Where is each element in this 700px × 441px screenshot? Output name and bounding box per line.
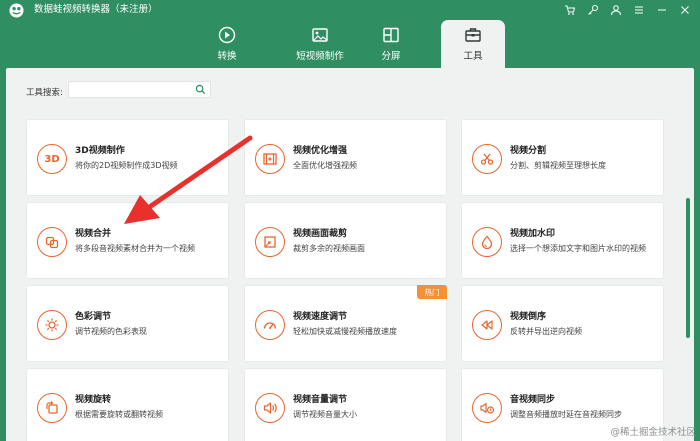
tool-title: 视频加水印 bbox=[510, 229, 556, 239]
speedometer-icon bbox=[255, 310, 285, 340]
scrollbar[interactable] bbox=[686, 198, 690, 338]
tab-convert[interactable]: 转换 bbox=[196, 20, 258, 68]
tool-title: 视频优化增强 bbox=[293, 146, 348, 156]
rewind-icon bbox=[472, 310, 502, 340]
tool-card-volume[interactable]: 视频音量调节 调节视频音量大小 bbox=[244, 368, 447, 441]
main-nav: 转换 短视频制作 分屏 工具 bbox=[0, 20, 700, 68]
tool-card-split[interactable]: 视频分割 分割、剪辑视频至理想长度 bbox=[461, 119, 664, 196]
close-button[interactable] bbox=[676, 2, 694, 18]
minimize-icon bbox=[658, 9, 666, 11]
rotate-icon bbox=[37, 393, 67, 423]
toolbox-icon bbox=[465, 28, 481, 42]
tool-title: 视频速度调节 bbox=[293, 312, 348, 322]
window-controls bbox=[561, 2, 694, 18]
user-button[interactable] bbox=[607, 2, 625, 18]
tool-desc: 调节视频的色彩表现 bbox=[75, 327, 147, 336]
menu-button[interactable] bbox=[630, 2, 648, 18]
minimize-button[interactable] bbox=[653, 2, 671, 18]
tool-desc: 分割、剪辑视频至理想长度 bbox=[510, 161, 606, 170]
tool-desc: 将多段音视频素材合并为一个视频 bbox=[75, 244, 195, 253]
tool-desc: 裁剪多余的视频画面 bbox=[293, 244, 365, 253]
split-screen-icon bbox=[383, 27, 399, 43]
tool-title: 视频画面裁剪 bbox=[293, 229, 348, 239]
tool-title: 视频旋转 bbox=[75, 395, 112, 405]
search-icon[interactable] bbox=[195, 84, 206, 95]
tool-desc: 调节视频音量大小 bbox=[293, 410, 357, 419]
user-icon bbox=[611, 5, 621, 16]
tab-label: 工具 bbox=[463, 51, 483, 62]
3d-icon: 3D bbox=[37, 144, 67, 174]
search-box bbox=[68, 81, 211, 102]
watermark-text: @稀土掘金技术社区 bbox=[610, 427, 696, 438]
volume-icon bbox=[255, 393, 285, 423]
frog-logo-icon bbox=[9, 3, 24, 18]
crop-icon bbox=[255, 227, 285, 257]
tool-title: 视频音量调节 bbox=[293, 395, 348, 405]
tool-desc: 将你的2D视频制作成3D视频 bbox=[75, 161, 178, 170]
watermark-drop-icon bbox=[472, 227, 502, 257]
tool-title: 视频倒序 bbox=[510, 312, 547, 322]
tool-card-merge[interactable]: 视频合并 将多段音视频素材合并为一个视频 bbox=[26, 202, 229, 279]
tool-card-speed[interactable]: 热门 视频速度调节 轻松加快或减慢视频播放速度 bbox=[244, 285, 447, 362]
tab-short-video[interactable]: 短视频制作 bbox=[270, 20, 370, 68]
tool-desc: 全面优化增强视频 bbox=[293, 161, 357, 170]
tool-card-rotate[interactable]: 视频旋转 根据需要旋转或翻转视频 bbox=[26, 368, 229, 441]
app-title: 数据蛙视频转换器（未注册） bbox=[34, 4, 158, 15]
scissors-icon bbox=[472, 144, 502, 174]
tool-card-color[interactable]: 色彩调节 调节视频的色彩表现 bbox=[26, 285, 229, 362]
tool-title: 视频合并 bbox=[75, 229, 112, 239]
image-icon bbox=[312, 28, 328, 42]
tool-card-crop[interactable]: 视频画面裁剪 裁剪多余的视频画面 bbox=[244, 202, 447, 279]
cart-button[interactable] bbox=[561, 2, 579, 18]
convert-icon bbox=[218, 26, 236, 44]
tool-card-reverse[interactable]: 视频倒序 反转并导出逆向视频 bbox=[461, 285, 664, 362]
tab-label: 分屏 bbox=[381, 51, 401, 62]
tool-desc: 调整音频播放时延在音视频同步 bbox=[510, 410, 622, 419]
tool-title: 3D视频制作 bbox=[75, 146, 125, 156]
tool-title: 视频分割 bbox=[510, 146, 547, 156]
tool-card-watermark[interactable]: 视频加水印 选择一个想添加文字和图片水印的视频 bbox=[461, 202, 664, 279]
tool-card-3d[interactable]: 3D 3D视频制作 将你的2D视频制作成3D视频 bbox=[26, 119, 229, 196]
tab-label: 转换 bbox=[217, 51, 237, 62]
hot-badge: 热门 bbox=[417, 285, 447, 299]
merge-icon bbox=[37, 227, 67, 257]
search-input[interactable] bbox=[69, 87, 189, 102]
tab-tools[interactable]: 工具 bbox=[441, 20, 505, 68]
tool-card-enhance[interactable]: 视频优化增强 全面优化增强视频 bbox=[244, 119, 447, 196]
tool-desc: 选择一个想添加文字和图片水印的视频 bbox=[510, 244, 646, 253]
tools-panel: 工具搜索: 3D 3D视频制作 将你的2D视频制作成3D视频 视频优化增强 全面… bbox=[6, 68, 694, 441]
menu-icon bbox=[635, 6, 643, 14]
sun-icon bbox=[37, 310, 67, 340]
film-enhance-icon bbox=[255, 144, 285, 174]
tool-title: 音视频同步 bbox=[510, 395, 556, 405]
close-icon bbox=[681, 6, 689, 14]
tool-title: 色彩调节 bbox=[75, 312, 112, 322]
tab-label: 短视频制作 bbox=[296, 51, 344, 62]
key-button[interactable] bbox=[584, 2, 602, 18]
av-sync-icon bbox=[472, 393, 502, 423]
key-icon bbox=[588, 5, 598, 15]
tool-desc: 轻松加快或减慢视频播放速度 bbox=[293, 327, 397, 336]
title-bar: 数据蛙视频转换器（未注册） bbox=[0, 0, 700, 20]
cart-icon bbox=[565, 5, 576, 15]
tool-desc: 根据需要旋转或翻转视频 bbox=[75, 410, 163, 419]
tool-desc: 反转并导出逆向视频 bbox=[510, 327, 582, 336]
search-label: 工具搜索: bbox=[26, 88, 63, 98]
tab-split-screen[interactable]: 分屏 bbox=[362, 20, 420, 68]
